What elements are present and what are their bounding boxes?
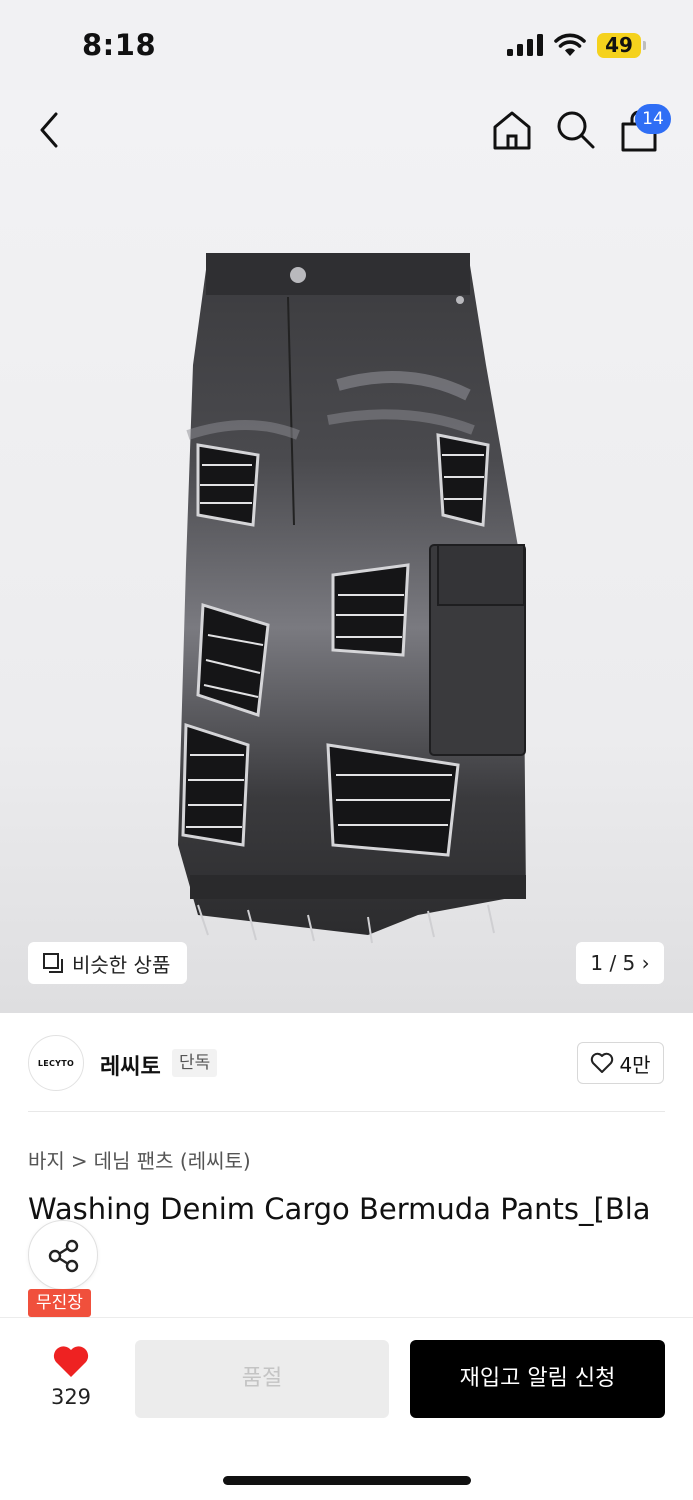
battery-tip <box>643 41 646 50</box>
breadcrumb-category[interactable]: 바지 <box>28 1149 65 1173</box>
brand-name[interactable]: 레씨토 <box>100 1049 161 1081</box>
restock-alert-button[interactable]: 재입고 알림 신청 <box>410 1340 665 1418</box>
product-photo[interactable] <box>168 245 538 945</box>
breadcrumb-subcategory[interactable]: 데님 팬츠 (레씨토) <box>94 1149 251 1173</box>
breadcrumb-separator: > <box>70 1149 88 1173</box>
cellular-signal-icon <box>507 34 543 56</box>
brand-logo[interactable]: LECYTO <box>28 1035 84 1091</box>
similar-products-label: 비슷한 상품 <box>72 952 171 977</box>
exclusive-badge: 단독 <box>172 1049 218 1077</box>
home-icon[interactable] <box>490 108 534 152</box>
product-like-count: 329 <box>50 1385 92 1409</box>
product-title: Washing Denim Cargo Bermuda Pants_[Bla <box>28 1192 651 1226</box>
copy-icon <box>43 953 63 973</box>
brand-like-button[interactable]: 4만 <box>577 1042 664 1084</box>
home-indicator <box>223 1476 471 1485</box>
share-button[interactable] <box>28 1220 98 1290</box>
store-badge: 무진장 <box>28 1289 91 1317</box>
wifi-icon <box>554 33 586 56</box>
similar-products-button[interactable]: 비슷한 상품 <box>28 942 187 984</box>
search-icon[interactable] <box>554 108 596 150</box>
image-pager[interactable]: 1 / 5 › <box>576 942 664 984</box>
cart-count-badge: 14 <box>635 104 671 134</box>
divider <box>28 1111 665 1112</box>
battery-indicator: 49 <box>597 33 641 58</box>
soldout-button: 품절 <box>135 1340 389 1418</box>
share-icon <box>48 1239 79 1273</box>
breadcrumb: 바지 > 데님 팬츠 (레씨토) <box>28 1145 251 1174</box>
brand-like-count: 4만 <box>619 1052 651 1077</box>
status-time: 8:18 <box>82 28 157 62</box>
back-icon[interactable] <box>30 106 70 154</box>
heart-outline-icon <box>591 1052 614 1073</box>
heart-filled-icon[interactable] <box>52 1345 90 1379</box>
